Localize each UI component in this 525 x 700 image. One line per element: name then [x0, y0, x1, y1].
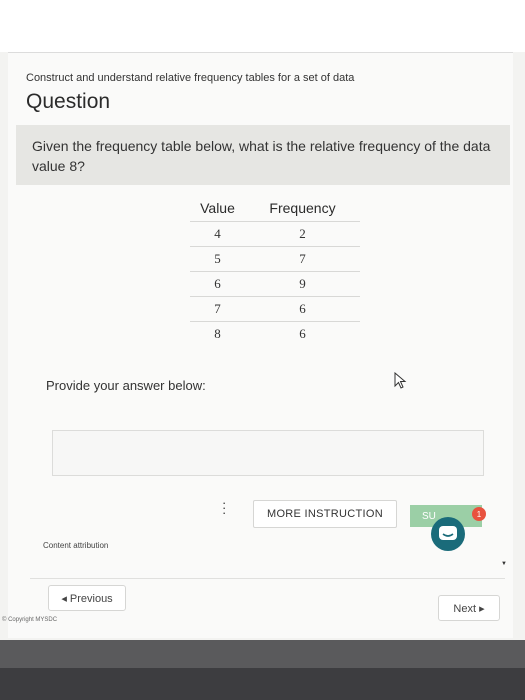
answer-label: Provide your answer below: [46, 378, 206, 393]
notification-badge: 1 [472, 507, 486, 521]
frequency-cell: 6 [245, 296, 360, 322]
caret-down-icon: ▼ [501, 561, 507, 567]
frequency-cell: 7 [245, 246, 360, 272]
table-row: 7 6 [190, 296, 360, 322]
screen-bezel-lower [0, 668, 525, 700]
value-cell: 6 [190, 271, 245, 297]
table-row: 4 2 [190, 221, 360, 247]
table-row: 5 7 [190, 246, 360, 272]
frequency-cell: 6 [245, 321, 360, 346]
copyright-text: © Copyright MYSDC [2, 617, 58, 623]
value-cell: 4 [190, 221, 245, 247]
chat-icon [439, 526, 457, 540]
table-row: 8 6 [190, 321, 360, 346]
more-options-icon[interactable]: · · · [222, 496, 226, 519]
mouse-cursor-icon [394, 371, 408, 395]
frequency-cell: 2 [245, 221, 360, 247]
value-cell: 5 [190, 246, 245, 272]
value-cell: 7 [190, 296, 245, 322]
next-button[interactable]: Next ▸ [438, 595, 500, 621]
value-column-header: Value [200, 200, 235, 216]
previous-button[interactable]: ◂ Previous [48, 585, 126, 611]
page-title: Question [26, 90, 111, 113]
more-instruction-button[interactable]: MORE INSTRUCTION [253, 500, 397, 528]
chat-help-button[interactable] [431, 517, 465, 551]
answer-input[interactable] [52, 430, 484, 476]
frequency-table: Value Frequency 4 2 5 7 6 9 7 6 8 6 [190, 195, 360, 346]
browser-top-area [0, 0, 525, 52]
table-row: 6 9 [190, 271, 360, 297]
question-text: Given the frequency table below, what is… [32, 138, 491, 174]
value-cell: 8 [190, 321, 245, 346]
content-attribution-link[interactable]: Content attribution [43, 541, 108, 550]
lesson-subtitle: Construct and understand relative freque… [26, 72, 355, 84]
frequency-cell: 9 [245, 271, 360, 297]
divider [30, 578, 505, 579]
frequency-column-header: Frequency [269, 200, 336, 216]
